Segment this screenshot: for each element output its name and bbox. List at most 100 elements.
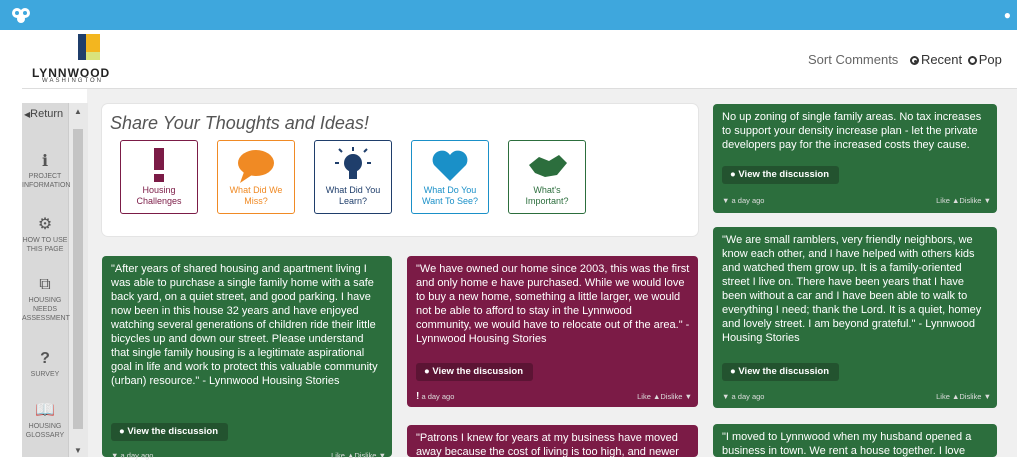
- sidebar-item-label: SURVEY: [30, 371, 60, 378]
- view-discussion-button[interactable]: ● View the discussion: [416, 363, 534, 381]
- category-what-do-you-want-to-see[interactable]: What Do You Want To See?: [411, 140, 489, 214]
- comment-card[interactable]: "We have owned our home since 2003, this…: [407, 256, 698, 407]
- like-dislike[interactable]: Like ▲Dislike ▼: [637, 390, 692, 404]
- book-icon: 📖: [35, 402, 55, 419]
- comment-card[interactable]: No up zoning of single family areas. No …: [713, 104, 997, 213]
- comment-text: No up zoning of single family areas. No …: [722, 111, 982, 151]
- category-label: Want To See?: [421, 196, 479, 206]
- dislike-label[interactable]: Dislike: [354, 451, 376, 460]
- comment-time: ▼ a day ago: [722, 196, 765, 205]
- category-label: What Did You: [325, 185, 381, 195]
- time-label: a day ago: [731, 392, 765, 401]
- category-label: What Did We: [229, 185, 283, 195]
- comment-card[interactable]: "We are small ramblers, very friendly ne…: [713, 227, 997, 408]
- like-label[interactable]: Like: [936, 196, 950, 205]
- sidebar-scrollbar[interactable]: ▲ ▼: [68, 103, 88, 457]
- sidebar-item-label: GLOSSARY: [25, 432, 65, 439]
- view-discussion-button[interactable]: ● View the discussion: [722, 363, 840, 381]
- sidebar-item-housing-needs[interactable]: ⧉ HOUSING NEEDS ASSESSMENT: [22, 276, 70, 323]
- comment-card[interactable]: "After years of shared housing and apart…: [102, 256, 392, 460]
- sort-option-popular[interactable]: Pop: [979, 52, 1002, 67]
- category-label: Important?: [525, 196, 569, 206]
- dislike-label[interactable]: Dislike: [959, 196, 981, 205]
- comment-text: "We have owned our home since 2003, this…: [416, 263, 690, 345]
- dislike-label[interactable]: Dislike: [660, 392, 682, 401]
- sort-recent-radio[interactable]: [909, 56, 919, 65]
- comment-text: "Patrons I knew for years at my business…: [416, 432, 679, 457]
- question-icon: ?: [40, 350, 50, 367]
- like-label[interactable]: Like: [331, 451, 345, 460]
- category-label: What Do You: [423, 185, 477, 195]
- sidebar-item-label: PROJECT: [28, 173, 62, 180]
- lynnwood-logo[interactable]: LYNNWOOD WASHINGTON: [32, 34, 142, 84]
- view-discussion-label: View the discussion: [432, 366, 524, 377]
- sidebar-item-label: ASSESSMENT: [22, 315, 70, 322]
- return-button[interactable]: ◀Return: [22, 108, 70, 120]
- comment-time: ! a day ago: [416, 390, 454, 404]
- header-divider: [22, 88, 1017, 89]
- category-label: Challenges: [136, 196, 182, 206]
- view-discussion-button[interactable]: ● View the discussion: [722, 166, 840, 184]
- scroll-down-icon[interactable]: ▼: [74, 446, 82, 455]
- time-label: a day ago: [120, 451, 154, 460]
- like-label[interactable]: Like: [637, 392, 651, 401]
- copy-icon: ⧉: [39, 276, 51, 293]
- info-icon: i: [41, 151, 49, 170]
- comment-text: "I moved to Lynnwood when my husband ope…: [722, 431, 972, 457]
- like-dislike[interactable]: Like ▲Dislike ▼: [936, 194, 991, 208]
- comment-time: ▼ a day ago: [722, 392, 765, 401]
- category-label: What's: [533, 185, 561, 195]
- category-housing-challenges[interactable]: Housing Challenges: [120, 140, 198, 214]
- sidebar-item-label: HOUSING: [28, 423, 62, 430]
- comment-text: "After years of shared housing and apart…: [111, 263, 378, 387]
- exclamation-icon: !: [416, 391, 420, 402]
- comment-card[interactable]: "I moved to Lynnwood when my husband ope…: [713, 424, 997, 457]
- category-label: Learn?: [338, 196, 368, 206]
- user-icon[interactable]: ●: [1004, 8, 1011, 22]
- exclamation-icon: [154, 148, 164, 182]
- sort-option-recent[interactable]: Recent: [921, 52, 962, 67]
- sidebar-item-project-information[interactable]: i PROJECT INFORMATION: [22, 151, 71, 190]
- comment-card[interactable]: "Patrons I knew for years at my business…: [407, 425, 698, 457]
- time-label: a day ago: [421, 392, 455, 401]
- comment-time: ▼ a day ago: [111, 451, 154, 460]
- share-title: Share Your Thoughts and Ideas!: [110, 113, 369, 133]
- view-discussion-label: View the discussion: [127, 426, 219, 437]
- return-label: Return: [30, 108, 64, 120]
- sidebar-item-label: INFORMATION: [22, 182, 71, 189]
- category-what-did-we-miss[interactable]: What Did We Miss?: [217, 140, 295, 214]
- sidebar-item-label: THIS PAGE: [26, 246, 64, 253]
- sidebar-item-glossary[interactable]: 📖 HOUSING GLOSSARY: [22, 402, 68, 440]
- scroll-thumb[interactable]: [73, 129, 83, 429]
- scroll-up-icon[interactable]: ▲: [74, 107, 82, 116]
- like-dislike[interactable]: Like ▲Dislike ▼: [331, 449, 386, 463]
- logo-squares-icon: [78, 34, 100, 60]
- category-label: Miss?: [244, 196, 268, 206]
- time-label: a day ago: [731, 196, 765, 205]
- comment-text: "We are small ramblers, very friendly ne…: [722, 234, 982, 344]
- lightbulb-icon: [335, 147, 371, 179]
- sidebar-item-survey[interactable]: ? SURVEY: [22, 350, 68, 379]
- like-label[interactable]: Like: [936, 392, 950, 401]
- category-what-did-you-learn[interactable]: What Did You Learn?: [314, 140, 392, 214]
- view-discussion-label: View the discussion: [738, 366, 830, 377]
- sidebar-item-how-to-use[interactable]: ⚙ HOW TO USE THIS PAGE: [22, 216, 68, 254]
- sidebar-item-label: NEEDS: [32, 306, 58, 313]
- sort-popular-radio[interactable]: [967, 56, 977, 65]
- sidebar-item-label: HOUSING: [28, 297, 62, 304]
- view-discussion-button[interactable]: ● View the discussion: [111, 423, 229, 441]
- category-label: Housing: [142, 185, 176, 195]
- top-bar: ●: [0, 0, 1017, 30]
- view-discussion-label: View the discussion: [738, 169, 830, 180]
- category-whats-important[interactable]: What's Important?: [508, 140, 586, 214]
- app-logo-icon[interactable]: [10, 5, 32, 25]
- sidebar-item-label: HOW TO USE: [22, 237, 68, 244]
- gear-icon: ⚙: [37, 216, 53, 233]
- sort-label: Sort Comments: [808, 52, 899, 67]
- brand-sub: WASHINGTON: [42, 78, 104, 84]
- speech-bubble-icon: [238, 150, 274, 183]
- dislike-label[interactable]: Dislike: [959, 392, 981, 401]
- sort-comments: Sort Comments Recent Pop: [808, 52, 1002, 67]
- like-dislike[interactable]: Like ▲Dislike ▼: [936, 390, 991, 404]
- handshake-icon: [529, 155, 567, 177]
